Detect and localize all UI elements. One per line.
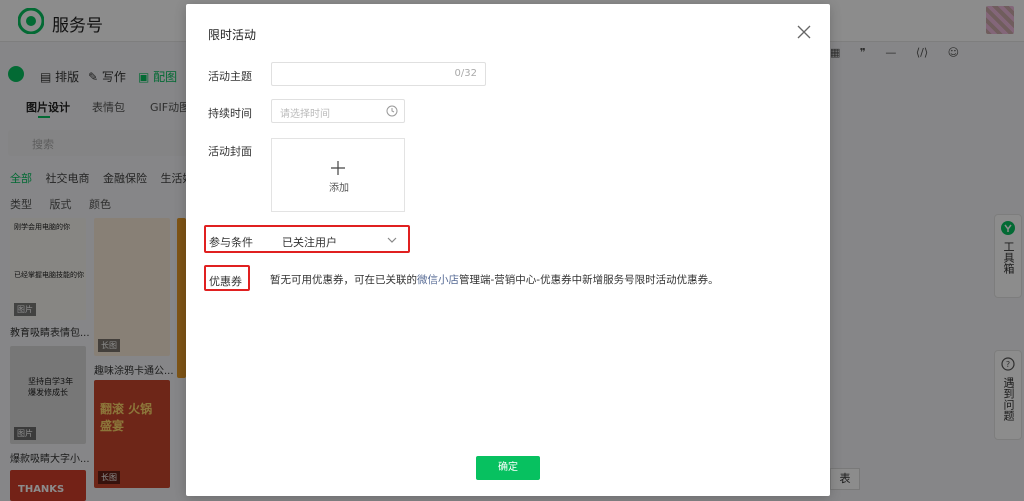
- duration-placeholder: 请选择时间: [280, 109, 330, 120]
- condition-value: 已关注用户: [282, 236, 337, 249]
- theme-label: 活动主题: [208, 70, 252, 83]
- confirm-button[interactable]: 确定: [476, 456, 540, 480]
- coupon-text-after: 管理端-营销中心-优惠券中新增服务号限时活动优惠券。: [459, 274, 719, 286]
- dialog-title: 限时活动: [208, 28, 257, 42]
- cover-upload[interactable]: 添加: [271, 138, 405, 212]
- limited-time-activity-dialog: 限时活动 活动主题 0/32 持续时间 请选择时间 活动封面 添加 参与条件 已…: [186, 4, 830, 496]
- wechat-store-link[interactable]: 微信小店: [417, 274, 459, 286]
- cover-add-label: 添加: [329, 183, 349, 194]
- clock-icon: [386, 105, 398, 117]
- duration-label: 持续时间: [208, 107, 252, 120]
- condition-row: 参与条件 已关注用户: [204, 225, 410, 253]
- coupon-text-before: 暂无可用优惠券，可在已关联的: [270, 274, 417, 286]
- theme-input[interactable]: 0/32: [271, 62, 486, 86]
- duration-picker[interactable]: 请选择时间: [271, 99, 405, 123]
- condition-label: 参与条件: [209, 236, 253, 249]
- plus-icon: [331, 161, 345, 175]
- cover-label: 活动封面: [208, 145, 252, 158]
- coupon-description: 暂无可用优惠券，可在已关联的微信小店管理端-营销中心-优惠券中新增服务号限时活动…: [270, 272, 719, 287]
- coupon-label-box: 优惠券: [204, 265, 250, 291]
- coupon-label: 优惠券: [209, 275, 242, 288]
- close-icon[interactable]: [796, 24, 812, 40]
- condition-select[interactable]: 已关注用户: [271, 230, 407, 250]
- theme-counter: 0/32: [454, 68, 477, 79]
- chevron-down-icon: [387, 237, 397, 243]
